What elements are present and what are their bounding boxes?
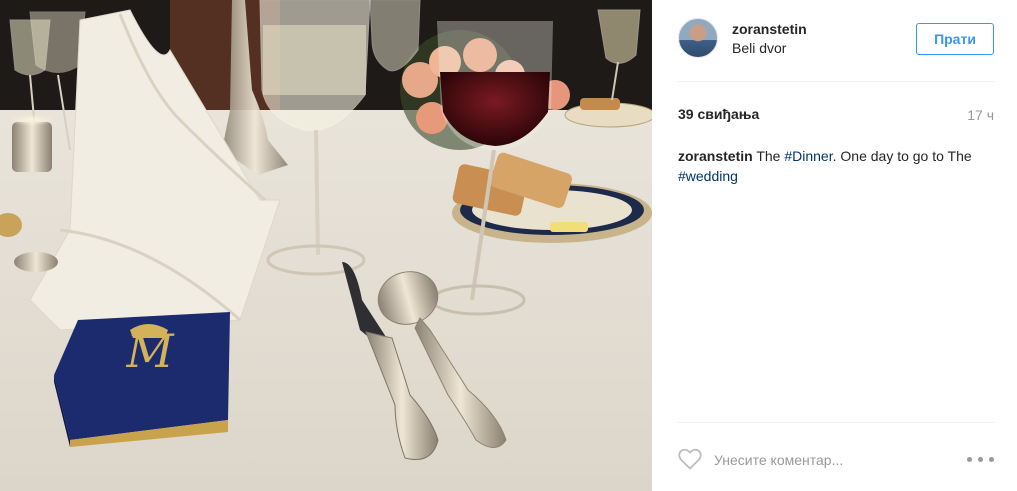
divider: [678, 422, 994, 423]
post-details-panel: zoranstetin Beli dvor Прати 39 свиђања 1…: [652, 0, 1017, 491]
dinner-table-photo: M: [0, 0, 652, 491]
caption-username-link[interactable]: zoranstetin: [678, 148, 753, 164]
caption-text: . One day to go to The: [832, 148, 972, 164]
ellipsis-icon[interactable]: [967, 452, 995, 466]
post-header: zoranstetin Beli dvor Прати: [678, 16, 994, 82]
comment-input[interactable]: [714, 448, 934, 472]
follow-button[interactable]: Прати: [916, 23, 994, 55]
likes-count[interactable]: 39 свиђања: [678, 106, 759, 122]
heart-outline-icon[interactable]: [678, 448, 702, 470]
post-photo[interactable]: M: [0, 0, 652, 491]
avatar[interactable]: [678, 18, 718, 58]
post-timestamp[interactable]: 17 ч: [967, 107, 994, 123]
location-link[interactable]: Beli dvor: [732, 40, 786, 56]
post-caption: zoranstetin The #Dinner. One day to go t…: [678, 146, 994, 186]
caption-text: The: [752, 148, 785, 164]
hashtag-link-wedding[interactable]: #wedding: [678, 168, 738, 184]
username-link[interactable]: zoranstetin: [732, 21, 807, 37]
hashtag-link-dinner[interactable]: #Dinner: [784, 148, 832, 164]
